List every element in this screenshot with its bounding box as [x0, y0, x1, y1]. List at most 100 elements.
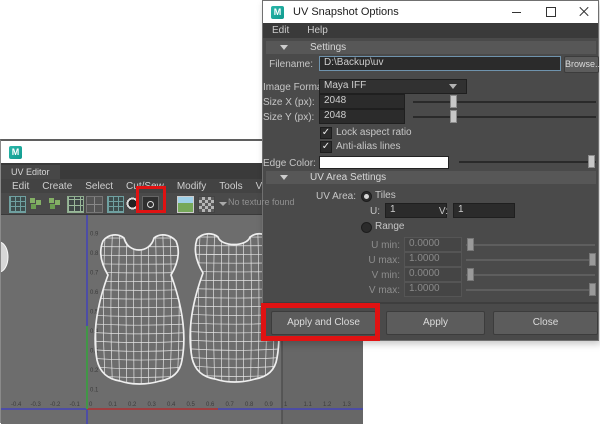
browse-button[interactable]: Browse... — [564, 56, 600, 73]
svg-text:-0.4: -0.4 — [11, 402, 22, 408]
size-y-slider[interactable] — [413, 116, 596, 118]
annotation-apply-close-highlight — [261, 303, 380, 341]
image-format-dropdown[interactable]: Maya IFF — [319, 79, 467, 94]
svg-text:0.8: 0.8 — [245, 402, 254, 408]
minimize-icon[interactable] — [502, 1, 532, 23]
u-min-label: U min: — [371, 240, 400, 251]
annotation-snapshot-icon-highlight — [136, 186, 166, 213]
grid-layout-icon[interactable] — [86, 196, 103, 213]
range-radio[interactable] — [361, 222, 372, 233]
svg-text:0: 0 — [89, 402, 93, 408]
lock-aspect-checkbox[interactable]: ✓ — [320, 127, 332, 139]
size-y-label: Size Y (px): — [263, 112, 315, 123]
u-max-slider — [466, 259, 595, 261]
v-max-label: V max: — [368, 285, 400, 296]
u-label: U: — [370, 206, 380, 217]
svg-text:0.2: 0.2 — [90, 368, 99, 374]
svg-text:0.1: 0.1 — [90, 388, 99, 394]
uv-shell-front[interactable] — [94, 233, 187, 386]
close-button[interactable]: Close — [493, 311, 598, 335]
svg-text:0.6: 0.6 — [206, 402, 215, 408]
dialog-menu-edit[interactable]: Edit — [272, 25, 289, 36]
u-min-slider-handle — [467, 238, 474, 251]
filename-field[interactable]: D:\Backup\uv — [319, 56, 561, 71]
u-min-field: 0.0000 — [404, 237, 462, 252]
menu-edit[interactable]: Edit — [12, 181, 29, 192]
uv-shells-alt-icon[interactable] — [47, 196, 62, 211]
close-icon[interactable] — [569, 1, 599, 23]
edge-color-slider[interactable] — [459, 161, 596, 163]
svg-text:0.5: 0.5 — [187, 402, 196, 408]
svg-text:0.8: 0.8 — [90, 251, 99, 257]
maya-logo-icon: M — [271, 5, 284, 19]
tiles-label: Tiles — [375, 190, 396, 201]
uv-grid-icon[interactable] — [9, 196, 26, 213]
size-x-slider[interactable] — [413, 101, 596, 103]
v-min-field: 0.0000 — [404, 267, 462, 282]
settings-section-header[interactable]: Settings — [266, 41, 596, 54]
v-field[interactable]: 1 — [453, 203, 515, 218]
u-max-label: U max: — [368, 255, 400, 266]
image-icon[interactable] — [177, 196, 194, 213]
collapse-triangle-icon — [280, 175, 288, 180]
dialog-menu-help[interactable]: Help — [307, 25, 328, 36]
svg-text:0.3: 0.3 — [90, 349, 99, 355]
maya-logo-icon: M — [9, 145, 22, 159]
svg-text:0.7: 0.7 — [90, 271, 99, 277]
v-max-slider — [466, 289, 595, 291]
uv-snapshot-options-dialog: M UV Snapshot Options Edit Help Settings … — [262, 0, 600, 341]
size-y-slider-handle[interactable] — [450, 110, 457, 123]
svg-text:0.3: 0.3 — [148, 402, 157, 408]
maximize-icon[interactable] — [536, 1, 566, 23]
svg-text:1.3: 1.3 — [343, 402, 352, 408]
anti-alias-label: Anti-alias lines — [336, 141, 401, 152]
v-label: V: — [438, 206, 448, 217]
collapse-triangle-icon — [280, 45, 288, 50]
tab-uv-editor[interactable]: UV Editor — [1, 165, 60, 179]
svg-text:0.9: 0.9 — [90, 232, 99, 238]
dropdown-arrow-icon — [449, 84, 457, 89]
svg-text:-0.3: -0.3 — [31, 402, 42, 408]
svg-text:0.2: 0.2 — [128, 402, 137, 408]
edge-color-label: Edge Color: — [263, 158, 316, 169]
v-max-field: 1.0000 — [404, 282, 462, 297]
svg-text:0.9: 0.9 — [265, 402, 274, 408]
v-max-slider-handle — [589, 283, 596, 296]
svg-text:0.4: 0.4 — [167, 402, 176, 408]
svg-text:0.7: 0.7 — [226, 402, 235, 408]
u-max-field: 1.0000 — [404, 252, 462, 267]
size-x-slider-handle[interactable] — [450, 95, 457, 108]
anti-alias-checkbox[interactable]: ✓ — [320, 141, 332, 153]
menu-tools[interactable]: Tools — [219, 181, 242, 192]
v-min-slider-handle — [467, 268, 474, 281]
svg-text:0.1: 0.1 — [109, 402, 118, 408]
size-x-label: Size X (px): — [263, 97, 315, 108]
v-min-label: V min: — [371, 270, 400, 281]
menu-select[interactable]: Select — [85, 181, 113, 192]
edge-color-slider-handle[interactable] — [588, 155, 595, 168]
uv-shells-icon[interactable] — [28, 196, 43, 211]
dialog-menubar: Edit Help — [263, 23, 598, 38]
texture-status-label: No texture found — [228, 197, 295, 207]
filename-label: Filename: — [269, 59, 313, 70]
v-min-slider — [466, 274, 595, 276]
dropdown-arrow-icon[interactable] — [219, 202, 227, 206]
dialog-title: UV Snapshot Options — [293, 6, 399, 18]
edge-color-swatch[interactable] — [319, 156, 449, 169]
size-x-field[interactable]: 2048 — [319, 94, 405, 109]
size-y-field[interactable]: 2048 — [319, 109, 405, 124]
apply-button[interactable]: Apply — [386, 311, 485, 335]
menu-create[interactable]: Create — [42, 181, 72, 192]
tiles-radio[interactable] — [361, 191, 372, 202]
u-max-slider-handle — [589, 253, 596, 266]
grid-border-icon[interactable] — [67, 196, 84, 213]
uv-area-section-header[interactable]: UV Area Settings — [266, 171, 596, 184]
menu-modify[interactable]: Modify — [177, 181, 206, 192]
svg-text:0.6: 0.6 — [90, 290, 99, 296]
svg-text:-0.2: -0.2 — [50, 402, 61, 408]
grid-dots-icon[interactable] — [107, 196, 124, 213]
lock-aspect-label: Lock aspect ratio — [336, 127, 412, 138]
range-label: Range — [375, 221, 405, 232]
image-format-label: Image Format: — [263, 82, 329, 93]
checker-icon[interactable] — [198, 196, 215, 213]
